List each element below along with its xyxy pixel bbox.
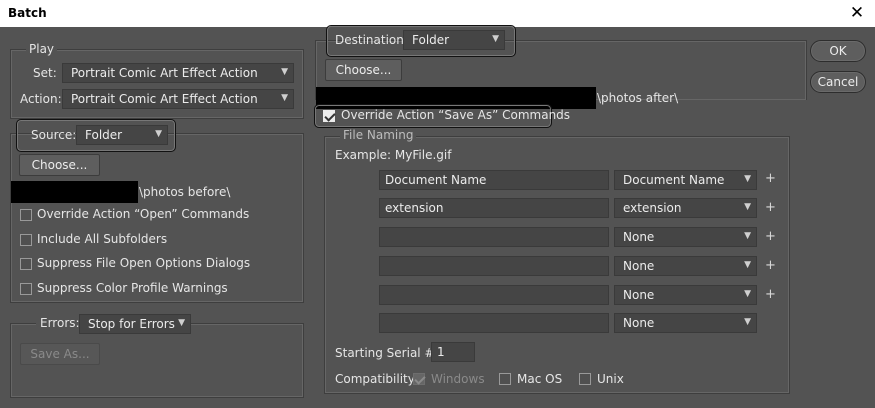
suppress-open-dialogs-label: Suppress File Open Options Dialogs [37,256,251,270]
set-select[interactable]: Portrait Comic Art Effect Action ▼ [62,63,294,83]
destination-select[interactable]: Folder ▼ [403,30,505,50]
destination-choose-button[interactable]: Choose... [325,59,402,81]
plus-icon[interactable]: + [765,229,776,244]
naming-select-3[interactable]: None ▼ [614,227,757,247]
naming-field-2[interactable]: extension [379,198,609,218]
naming-select-3-value: None [623,230,655,244]
cancel-button[interactable]: Cancel [810,71,866,93]
override-open-label: Override Action “Open” Commands [37,207,250,221]
chevron-down-icon: ▼ [744,231,751,241]
destination-select-value: Folder [412,33,450,47]
destination-label: Destination: [335,33,408,47]
compat-macos-checkbox[interactable] [499,373,511,385]
suppress-open-dialogs-checkbox[interactable] [20,258,32,270]
naming-field-6[interactable] [379,313,609,333]
chevron-down-icon: ▼ [155,129,162,139]
plus-icon[interactable]: + [765,171,776,186]
action-select[interactable]: Portrait Comic Art Effect Action ▼ [62,89,294,109]
serial-label: Starting Serial #: [335,346,439,360]
source-select[interactable]: Folder ▼ [76,125,168,145]
redacted-path [11,181,138,203]
set-label: Set: [33,66,57,80]
include-subfolders-label: Include All Subfolders [37,232,168,246]
errors-label: Errors: [36,316,84,330]
override-saveas-label: Override Action “Save As” Commands [341,108,571,122]
chevron-down-icon: ▼ [281,67,288,77]
chevron-down-icon: ▼ [744,317,751,327]
ok-button[interactable]: OK [810,40,866,62]
compat-unix-checkbox[interactable] [579,373,591,385]
naming-field-3[interactable] [379,227,609,247]
action-label: Action: [20,92,62,106]
chevron-down-icon: ▼ [744,202,751,212]
naming-select-4[interactable]: None ▼ [614,256,757,276]
set-select-value: Portrait Comic Art Effect Action [71,66,258,80]
chevron-down-icon: ▼ [178,318,185,328]
override-open-checkbox[interactable] [20,209,32,221]
plus-icon[interactable]: + [765,287,776,302]
include-subfolders-checkbox[interactable] [20,234,32,246]
source-choose-button[interactable]: Choose... [19,154,100,176]
errors-select[interactable]: Stop for Errors ▼ [79,314,191,334]
chevron-down-icon: ▼ [744,174,751,184]
source-select-value: Folder [85,128,123,142]
naming-select-5-value: None [623,288,655,302]
source-label: Source: [31,128,77,142]
title-bar: Batch ✕ [0,0,875,27]
plus-icon[interactable]: + [765,200,776,215]
naming-select-6-value: None [623,316,655,330]
naming-select-5[interactable]: None ▼ [614,285,757,305]
file-naming-legend: File Naming [340,128,417,142]
naming-select-4-value: None [623,259,655,273]
suppress-color-warnings-label: Suppress Color Profile Warnings [37,281,228,295]
naming-select-1[interactable]: Document Name ▼ [614,170,757,190]
errors-select-value: Stop for Errors [88,317,175,331]
naming-select-6[interactable]: None ▼ [614,313,757,333]
chevron-down-icon: ▼ [281,93,288,103]
override-saveas-checkbox[interactable] [323,110,335,122]
compat-unix-label: Unix [597,372,624,386]
suppress-color-warnings-checkbox[interactable] [20,283,32,295]
chevron-down-icon: ▼ [744,289,751,299]
naming-field-5[interactable] [379,285,609,305]
destination-path: \photos after\ [597,91,679,105]
naming-select-2-value: extension [623,201,682,215]
compat-windows-label: Windows [431,372,485,386]
plus-icon[interactable]: + [765,258,776,273]
example-label: Example: MyFile.gif [335,148,452,162]
source-path: \photos before\ [139,185,231,199]
compat-windows-checkbox [413,373,425,385]
naming-field-1[interactable]: Document Name [379,170,609,190]
serial-input[interactable]: 1 [431,342,475,362]
naming-field-4[interactable] [379,256,609,276]
action-select-value: Portrait Comic Art Effect Action [71,92,258,106]
save-as-button[interactable]: Save As... [20,343,100,365]
naming-select-2[interactable]: extension ▼ [614,198,757,218]
window-title: Batch [8,6,47,20]
close-icon[interactable]: ✕ [846,2,868,24]
naming-select-1-value: Document Name [623,173,725,187]
compat-macos-label: Mac OS [517,372,563,386]
chevron-down-icon: ▼ [492,34,499,44]
chevron-down-icon: ▼ [744,260,751,270]
compat-label: Compatibility: [335,372,419,386]
play-legend: Play [26,42,58,56]
